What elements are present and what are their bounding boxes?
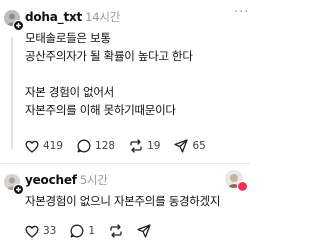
timestamp: 5시간 (79, 173, 108, 187)
heart-icon (237, 181, 248, 195)
repost-button[interactable] (109, 224, 123, 238)
follow-plus-icon[interactable] (13, 20, 24, 31)
share-count: 65 (192, 140, 206, 152)
post-actions: 33 1 (25, 224, 165, 238)
post-text-line: 공산주의자가 될 확률이 높다고 한다 (25, 49, 193, 63)
heart-icon (25, 225, 39, 238)
username[interactable]: doha_txt 14시간 (25, 9, 120, 25)
comment-icon (77, 139, 91, 153)
post-text-line: 자본경험이 없으니 자본주의를 동경하겠지 (25, 194, 221, 208)
share-icon (137, 224, 151, 238)
repost-count: 19 (147, 140, 161, 152)
comment-count: 128 (95, 140, 116, 152)
share-icon (174, 139, 189, 153)
share-button[interactable]: 65 (174, 139, 206, 153)
username[interactable]: yeochef 5시간 (25, 172, 108, 188)
comment-count: 1 (88, 225, 96, 237)
post: yeochef 5시간 자본경험이 없으니 자본주의를 동경하겠지 33 1 (0, 164, 250, 250)
post: doha_txt 14시간 ··· 모태솔로들은 보통 공산주의자가 될 확률이 … (0, 0, 250, 162)
username-text[interactable]: yeochef (25, 173, 77, 187)
thread-line (11, 37, 13, 149)
repost-button[interactable]: 19 (129, 139, 160, 153)
share-button[interactable] (137, 224, 151, 238)
post-actions: 419 128 19 65 (25, 139, 220, 153)
repost-icon (109, 224, 123, 238)
repost-icon (129, 139, 143, 153)
like-button[interactable]: 33 (25, 225, 56, 238)
comment-icon (70, 224, 84, 238)
like-count: 33 (43, 225, 57, 237)
post-text-line: 자본주의를 이해 못하기때문이다 (25, 103, 176, 117)
comment-button[interactable]: 1 (70, 224, 95, 238)
post-text-line: 자본 경험이 없어서 (25, 85, 114, 99)
follow-plus-icon[interactable] (13, 184, 24, 195)
comment-button[interactable]: 128 (77, 139, 115, 153)
like-count: 419 (43, 140, 64, 152)
more-icon[interactable]: ··· (234, 5, 249, 20)
heart-icon (25, 140, 39, 153)
like-button[interactable]: 419 (25, 140, 63, 153)
post-text-line: 모태솔로들은 보통 (25, 31, 111, 45)
timestamp: 14시간 (85, 10, 121, 24)
username-text[interactable]: doha_txt (25, 10, 82, 24)
